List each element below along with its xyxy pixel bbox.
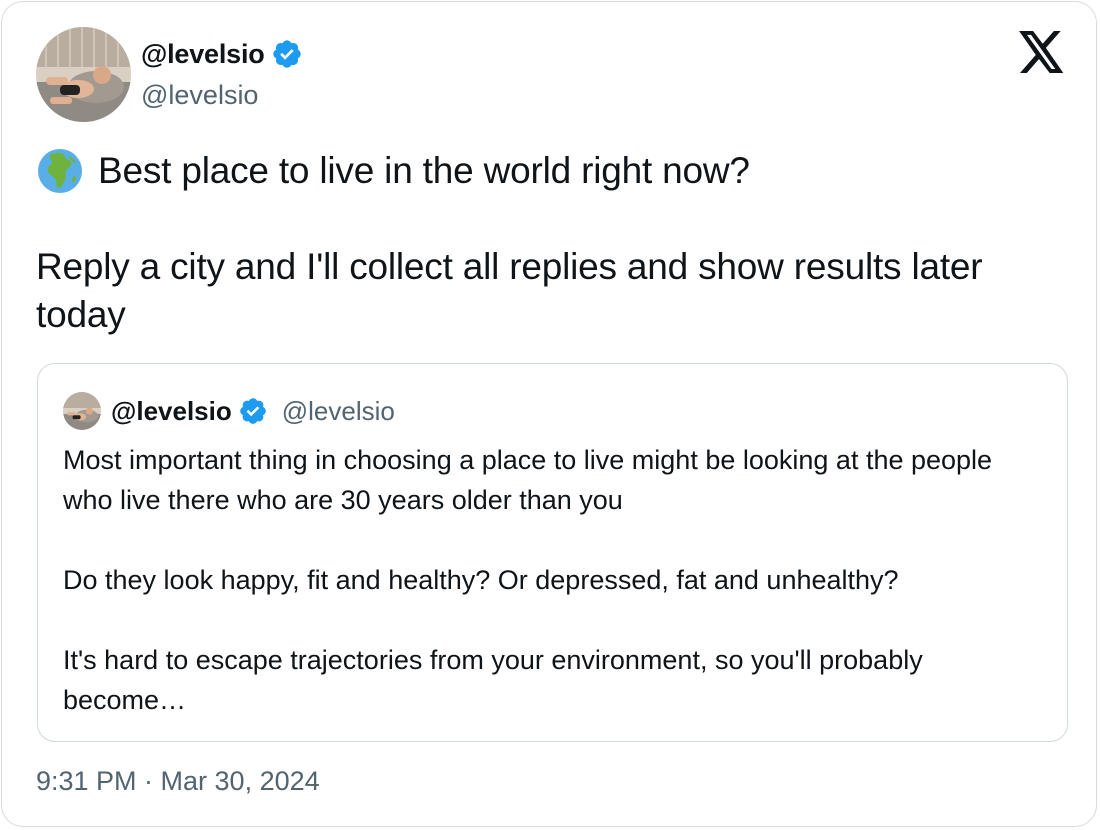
- quoted-tweet-body: Most important thing in choosing a place…: [63, 440, 1043, 720]
- quoted-paragraph: Do they look happy, fit and healthy? Or …: [63, 565, 899, 595]
- x-logo-icon[interactable]: [1019, 31, 1065, 73]
- quoted-author-handle: @levelsio: [281, 395, 395, 426]
- tweet-card: @levelsio @levelsio Best place to live i…: [1, 1, 1097, 827]
- quoted-author-name: @levelsio: [111, 395, 232, 426]
- tweet-line-1: Best place to live in the world right no…: [36, 147, 1076, 195]
- quoted-paragraph: Most important thing in choosing a place…: [63, 445, 993, 515]
- quoted-author-avatar: [63, 392, 101, 430]
- tweet-line-2: Reply a city and I'll collect all replie…: [36, 246, 983, 335]
- quoted-paragraph: It's hard to escape trajectories from yo…: [63, 645, 923, 715]
- tweet-line-1-text: Best place to live in the world right no…: [98, 150, 750, 191]
- author-handle[interactable]: @levelsio: [141, 80, 258, 111]
- verified-badge-icon: [239, 398, 266, 424]
- author-avatar[interactable]: [36, 27, 131, 122]
- avatar-photo-icon: [36, 27, 131, 122]
- quoted-author-row: @levelsio @levelsio: [111, 393, 395, 429]
- globe-africa-emoji-icon: [38, 149, 82, 193]
- author-name-row[interactable]: @levelsio: [141, 36, 303, 72]
- verified-badge-icon: [272, 40, 301, 68]
- author-name[interactable]: @levelsio: [141, 39, 265, 70]
- tweet-timestamp[interactable]: 9:31 PM · Mar 30, 2024: [36, 766, 320, 797]
- avatar-photo-icon: [63, 392, 101, 430]
- quoted-tweet[interactable]: @levelsio @levelsio Most important thing…: [37, 363, 1068, 742]
- tweet-text: Best place to live in the world right no…: [36, 147, 1076, 339]
